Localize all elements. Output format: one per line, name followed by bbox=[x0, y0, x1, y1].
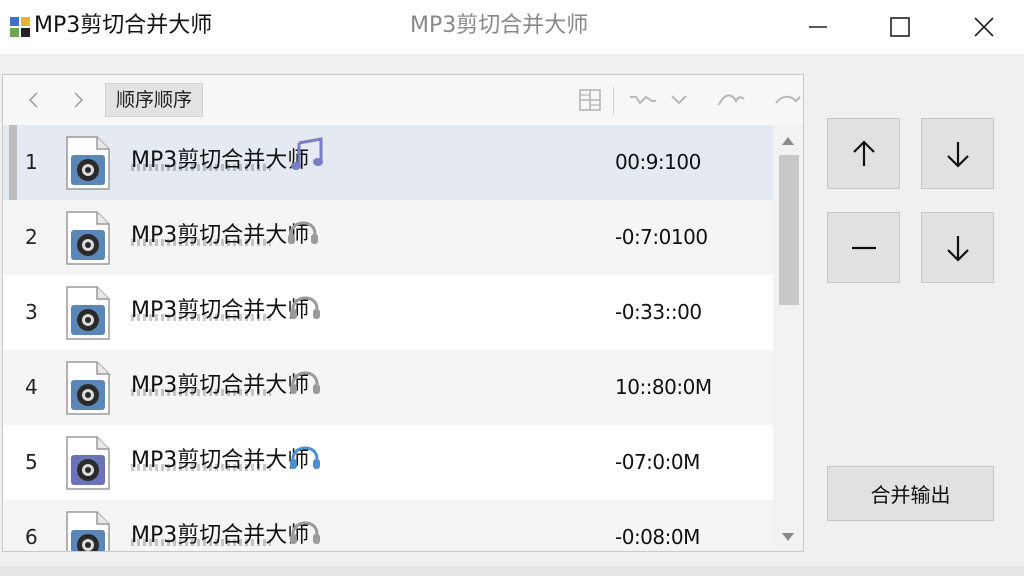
file-duration: 00:9:100 bbox=[615, 150, 701, 174]
forward-button[interactable] bbox=[65, 87, 91, 113]
table-row[interactable]: 2 MP3剪切合并大师 -0:7:0100 bbox=[3, 200, 773, 275]
file-duration: -0:7:0100 bbox=[615, 225, 708, 249]
redo-button[interactable] bbox=[773, 87, 803, 113]
chevron-left-icon bbox=[28, 92, 38, 108]
audio-file-icon bbox=[66, 211, 110, 265]
scroll-down-button[interactable] bbox=[773, 527, 803, 547]
row-index: 4 bbox=[25, 375, 38, 399]
window-title: MP3剪切合并大师 bbox=[34, 13, 213, 38]
file-name: MP3剪切合并大师 bbox=[131, 373, 310, 398]
redo-icon bbox=[775, 95, 801, 104]
file-name: MP3剪切合并大师 bbox=[131, 223, 310, 248]
table-row[interactable]: 6 MP3剪切合并大师 -0:08:0M bbox=[3, 500, 773, 551]
sort-order-button[interactable]: 顺序顺序 bbox=[105, 83, 204, 117]
arrow-down-icon bbox=[946, 141, 969, 168]
undo-icon bbox=[718, 94, 745, 106]
file-duration: -07:0:0M bbox=[615, 450, 700, 474]
toolbar-divider bbox=[613, 87, 614, 115]
app-logo-icon bbox=[10, 17, 30, 37]
file-list: 1 MP3剪切合并大师 00:9:100 2 MP3剪切合并大师 -0:7:0100 3 MP… bbox=[3, 125, 773, 551]
chevron-down-icon bbox=[671, 95, 687, 105]
audio-file-icon bbox=[66, 361, 110, 415]
headphones-icon bbox=[287, 512, 323, 548]
vertical-scrollbar[interactable] bbox=[773, 125, 803, 551]
maximize-button[interactable] bbox=[872, 0, 928, 54]
row-index: 3 bbox=[25, 300, 38, 324]
waveform-button[interactable] bbox=[627, 87, 659, 113]
merge-output-button[interactable]: 合并输出 bbox=[827, 466, 994, 521]
undo-button[interactable] bbox=[715, 87, 747, 113]
file-list-panel: 顺序顺序 1 MP3剪切合并大师 00:9:100 2 MP3剪切合并大师 -0… bbox=[2, 74, 804, 552]
scroll-up-button[interactable] bbox=[773, 131, 803, 151]
file-name: MP3剪切合并大师 bbox=[131, 448, 310, 473]
headphones-icon bbox=[287, 287, 323, 323]
move-bottom-button[interactable] bbox=[921, 212, 994, 283]
arrow-down-icon bbox=[946, 235, 969, 262]
move-up-button[interactable] bbox=[827, 118, 900, 189]
move-down-button[interactable] bbox=[921, 118, 994, 189]
audio-file-icon bbox=[66, 286, 110, 340]
window-center-title: MP3剪切合并大师 bbox=[410, 13, 589, 38]
audio-file-icon bbox=[66, 136, 110, 190]
scroll-thumb[interactable] bbox=[779, 155, 799, 305]
minus-icon bbox=[851, 246, 876, 249]
arrow-up-icon bbox=[852, 139, 875, 166]
file-duration: -0:08:0M bbox=[615, 525, 700, 549]
row-index: 2 bbox=[25, 225, 38, 249]
file-name: MP3剪切合并大师 bbox=[131, 298, 310, 323]
minimize-icon bbox=[809, 26, 827, 28]
chevron-right-icon bbox=[74, 92, 84, 108]
waveform-icon bbox=[630, 95, 656, 105]
file-name: MP3剪切合并大师 bbox=[131, 148, 310, 173]
triangle-up-icon bbox=[782, 137, 794, 145]
table-row[interactable]: 1 MP3剪切合并大师 00:9:100 bbox=[3, 125, 773, 200]
list-toolbar: 顺序顺序 bbox=[3, 75, 803, 126]
close-button[interactable] bbox=[956, 0, 1012, 54]
minimize-button[interactable] bbox=[790, 0, 846, 54]
headphones-icon bbox=[285, 212, 321, 248]
grid-view-button[interactable] bbox=[577, 87, 603, 113]
title-bar: MP3剪切合并大师 MP3剪切合并大师 bbox=[0, 0, 1024, 54]
table-row[interactable]: 4 MP3剪切合并大师 10::80:0M bbox=[3, 350, 773, 425]
dropdown-button[interactable] bbox=[667, 87, 691, 113]
headphones-icon bbox=[287, 437, 323, 473]
row-index: 6 bbox=[25, 525, 38, 549]
file-name: MP3剪切合并大师 bbox=[131, 523, 310, 548]
file-duration: -0:33::00 bbox=[615, 300, 702, 324]
triangle-down-icon bbox=[782, 533, 794, 541]
selection-marker bbox=[9, 125, 17, 200]
maximize-icon bbox=[890, 17, 910, 37]
music-note-icon bbox=[289, 137, 325, 173]
remove-button[interactable] bbox=[827, 212, 900, 283]
audio-file-icon bbox=[66, 511, 110, 551]
audio-file-icon bbox=[66, 436, 110, 490]
headphones-icon bbox=[287, 362, 323, 398]
row-index: 5 bbox=[25, 450, 38, 474]
table-row[interactable]: 5 MP3剪切合并大师 -07:0:0M bbox=[3, 425, 773, 500]
grid-icon bbox=[579, 89, 601, 111]
close-icon bbox=[974, 17, 994, 37]
file-duration: 10::80:0M bbox=[615, 375, 712, 399]
status-strip bbox=[0, 566, 1024, 576]
row-index: 1 bbox=[25, 150, 38, 174]
table-row[interactable]: 3 MP3剪切合并大师 -0:33::00 bbox=[3, 275, 773, 350]
back-button[interactable] bbox=[21, 87, 47, 113]
